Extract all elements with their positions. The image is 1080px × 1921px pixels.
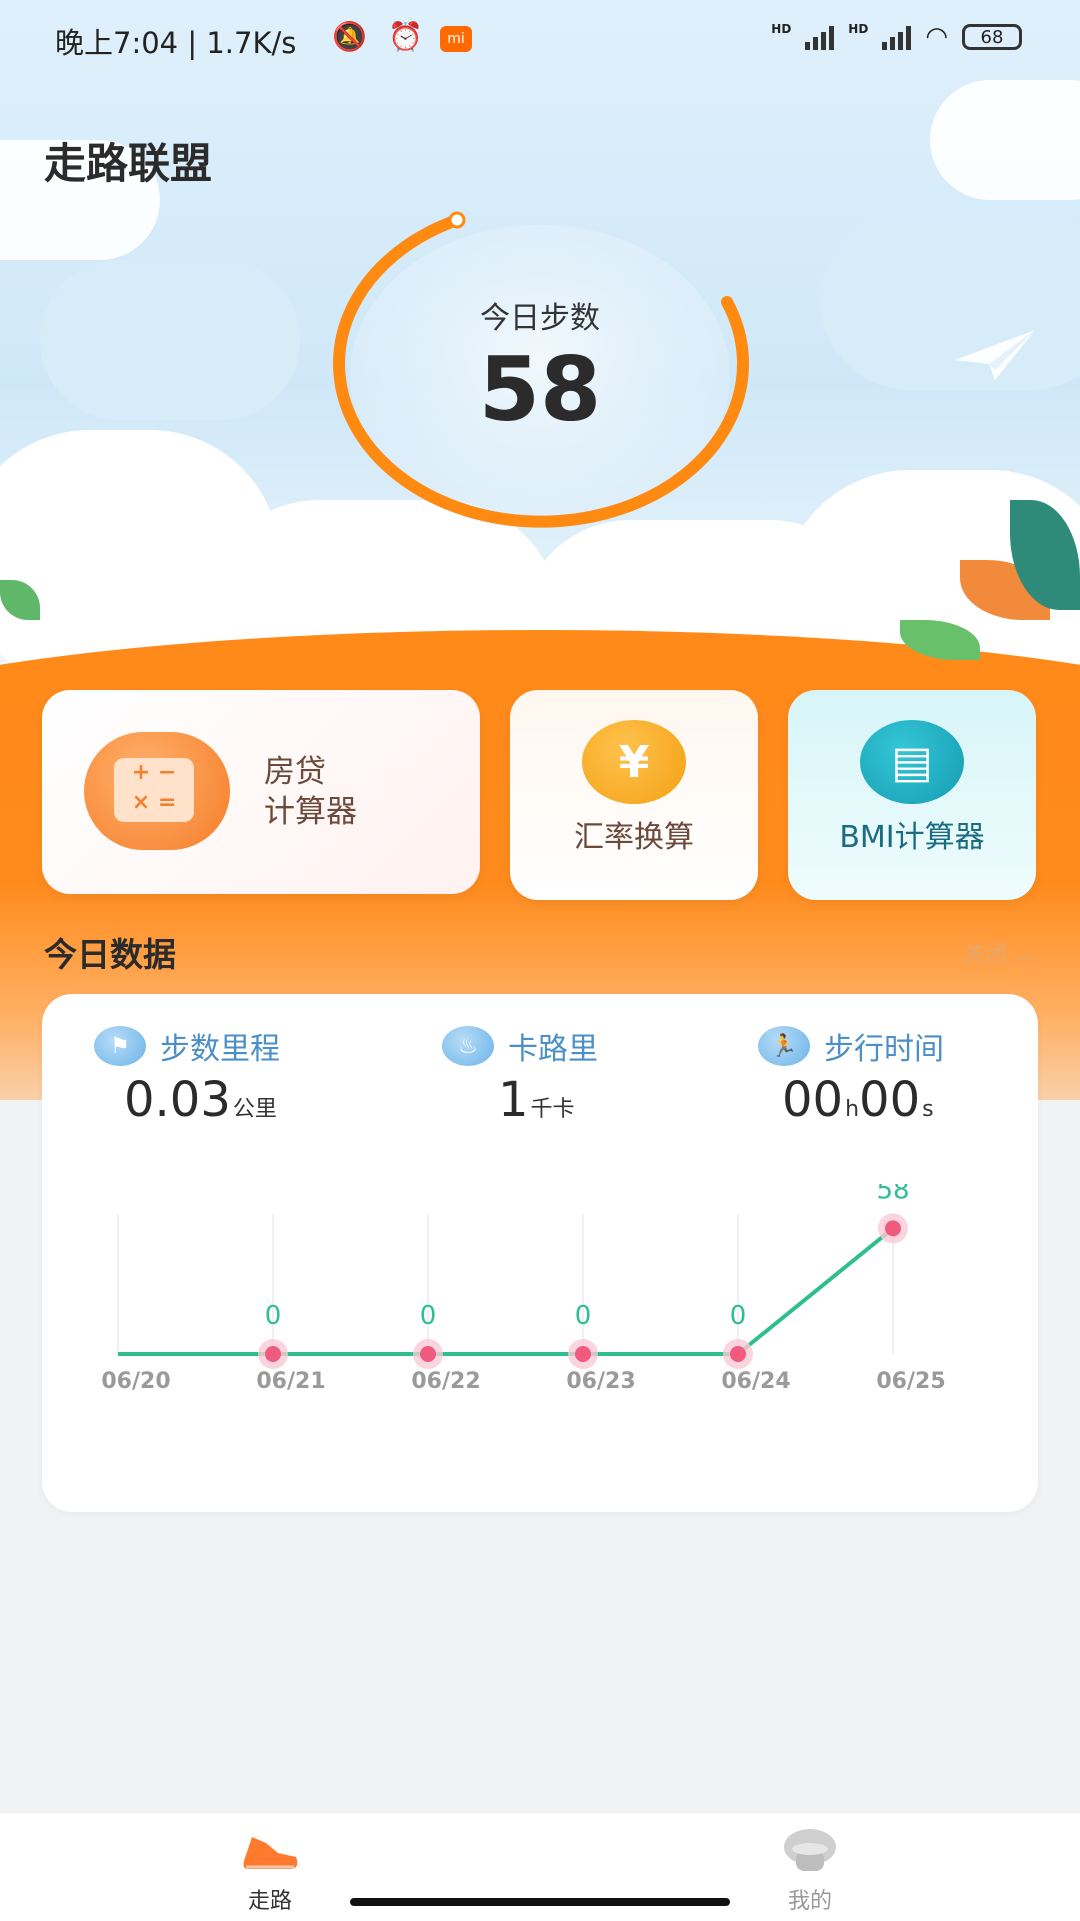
status-bar: 晚上7:04 | 1.7K/s 🔕 ⏰ mi HD HD ◠ 68 — [0, 0, 1080, 80]
mi-icon: mi — [440, 26, 472, 52]
exchange-rate-card[interactable]: ¥ 汇率换算 — [510, 690, 758, 900]
steps-label: 今日步数 — [480, 301, 600, 336]
collapse-label: 关闭 — [962, 942, 1007, 967]
stat-distance: ⚑ 步数里程 0.03公里 — [94, 1024, 426, 1128]
chart-point — [730, 1346, 746, 1362]
battery-icon: 68 — [962, 24, 1022, 50]
steps-line-chart: 0 0 0 0 58 06/20 06/21 06/22 06/23 06/24 06/25 — [101, 1184, 945, 1394]
chart-data-label: 0 — [575, 1301, 592, 1331]
mortgage-calculator-card[interactable]: + − × = 房贷 计算器 — [42, 690, 480, 894]
exchange-rate-label: 汇率换算 — [574, 820, 694, 855]
step-ring: 今日步数 58 — [325, 210, 755, 550]
stat-value-seconds: 00 — [859, 1072, 921, 1128]
chart-x-tick-label: 06/23 — [566, 1369, 635, 1394]
profile-icon — [784, 1829, 836, 1871]
nav-walk[interactable]: 走路 — [200, 1827, 340, 1915]
stat-walk-time: 🏃 步行时间 00h00s — [758, 1024, 1080, 1128]
signal-label: HD — [848, 22, 869, 36]
nav-profile-label: 我的 — [787, 1889, 832, 1914]
signal-icon — [805, 24, 835, 50]
app-title: 走路联盟 — [44, 139, 213, 188]
battery-level: 68 — [980, 26, 1004, 48]
wifi-icon: ◠ — [925, 22, 948, 52]
mortgage-card-label: 房贷 计算器 — [264, 752, 357, 832]
chart-x-tick-label: 06/22 — [411, 1369, 480, 1394]
chart-data-label: 58 — [876, 1184, 909, 1205]
bmi-calculator-card[interactable]: ▤ BMI计算器 — [788, 690, 1036, 900]
status-right-group: HD HD ◠ 68 — [771, 22, 1022, 52]
today-data-title: 今日数据 — [44, 935, 176, 974]
nav-walk-label: 走路 — [247, 1889, 292, 1914]
chart-x-tick-label: 06/25 — [876, 1369, 945, 1394]
home-indicator — [350, 1898, 730, 1906]
cloud-decoration — [820, 210, 1080, 390]
stat-label: 步行时间 — [824, 1032, 944, 1067]
chart-x-tick-label: 06/24 — [721, 1369, 790, 1394]
paper-plane-icon — [955, 330, 1035, 380]
nav-profile[interactable]: 我的 — [740, 1827, 880, 1915]
stat-unit-seconds: s — [922, 1097, 934, 1122]
shoe-icon — [243, 1837, 298, 1869]
chart-x-tick-label: 06/20 — [101, 1369, 170, 1394]
chart-series-line — [118, 1226, 895, 1356]
chart-data-label: 0 — [420, 1301, 437, 1331]
stat-value-hours: 00 — [782, 1072, 844, 1128]
signal-icon — [882, 24, 912, 50]
status-time: 晚上7:04 | 1.7K/s — [55, 26, 297, 60]
runner-icon: 🏃 — [758, 1026, 810, 1066]
signal-label: HD — [771, 22, 792, 36]
stat-unit: 公里 — [232, 1097, 277, 1122]
mortgage-label-line1: 房贷 — [264, 754, 326, 790]
chart-data-label: 0 — [265, 1301, 282, 1331]
chart-point — [420, 1346, 436, 1362]
cloud-decoration — [40, 260, 300, 420]
chart-point — [265, 1346, 281, 1362]
steps-value: 58 — [478, 338, 602, 441]
chevron-up-icon: ︿ — [1013, 942, 1036, 967]
alarm-icon: ⏰ — [388, 20, 423, 53]
calculator-icon: + − × = — [84, 732, 230, 850]
chart-point — [885, 1220, 901, 1237]
chart-x-tick-label: 06/21 — [256, 1369, 325, 1394]
today-data-card: ⚑ 步数里程 0.03公里 ♨ 卡路里 1千卡 🏃 步行时间 00h00s 00… — [42, 994, 1038, 1512]
flame-icon: ♨ — [442, 1026, 494, 1066]
bmi-calculator-label: BMI计算器 — [839, 820, 985, 855]
stat-unit-hours: h — [845, 1097, 860, 1122]
chart-point — [575, 1346, 591, 1362]
collapse-toggle[interactable]: 关闭 ︿ — [963, 936, 1036, 968]
cloud-decoration — [930, 80, 1080, 200]
chart-data-label: 0 — [730, 1301, 747, 1331]
stat-unit: 千卡 — [530, 1097, 575, 1122]
stat-calories: ♨ 卡路里 1千卡 — [442, 1024, 774, 1128]
mortgage-label-line2: 计算器 — [264, 794, 357, 830]
yuan-icon: ¥ — [582, 720, 686, 804]
flag-icon: ⚑ — [94, 1026, 146, 1066]
stat-label: 步数里程 — [160, 1032, 280, 1067]
clipboard-icon: ▤ — [860, 720, 964, 804]
stat-value: 0.03 — [124, 1072, 231, 1128]
stat-value: 1 — [498, 1072, 529, 1128]
mute-icon: 🔕 — [332, 20, 367, 53]
stat-label: 卡路里 — [508, 1032, 598, 1067]
